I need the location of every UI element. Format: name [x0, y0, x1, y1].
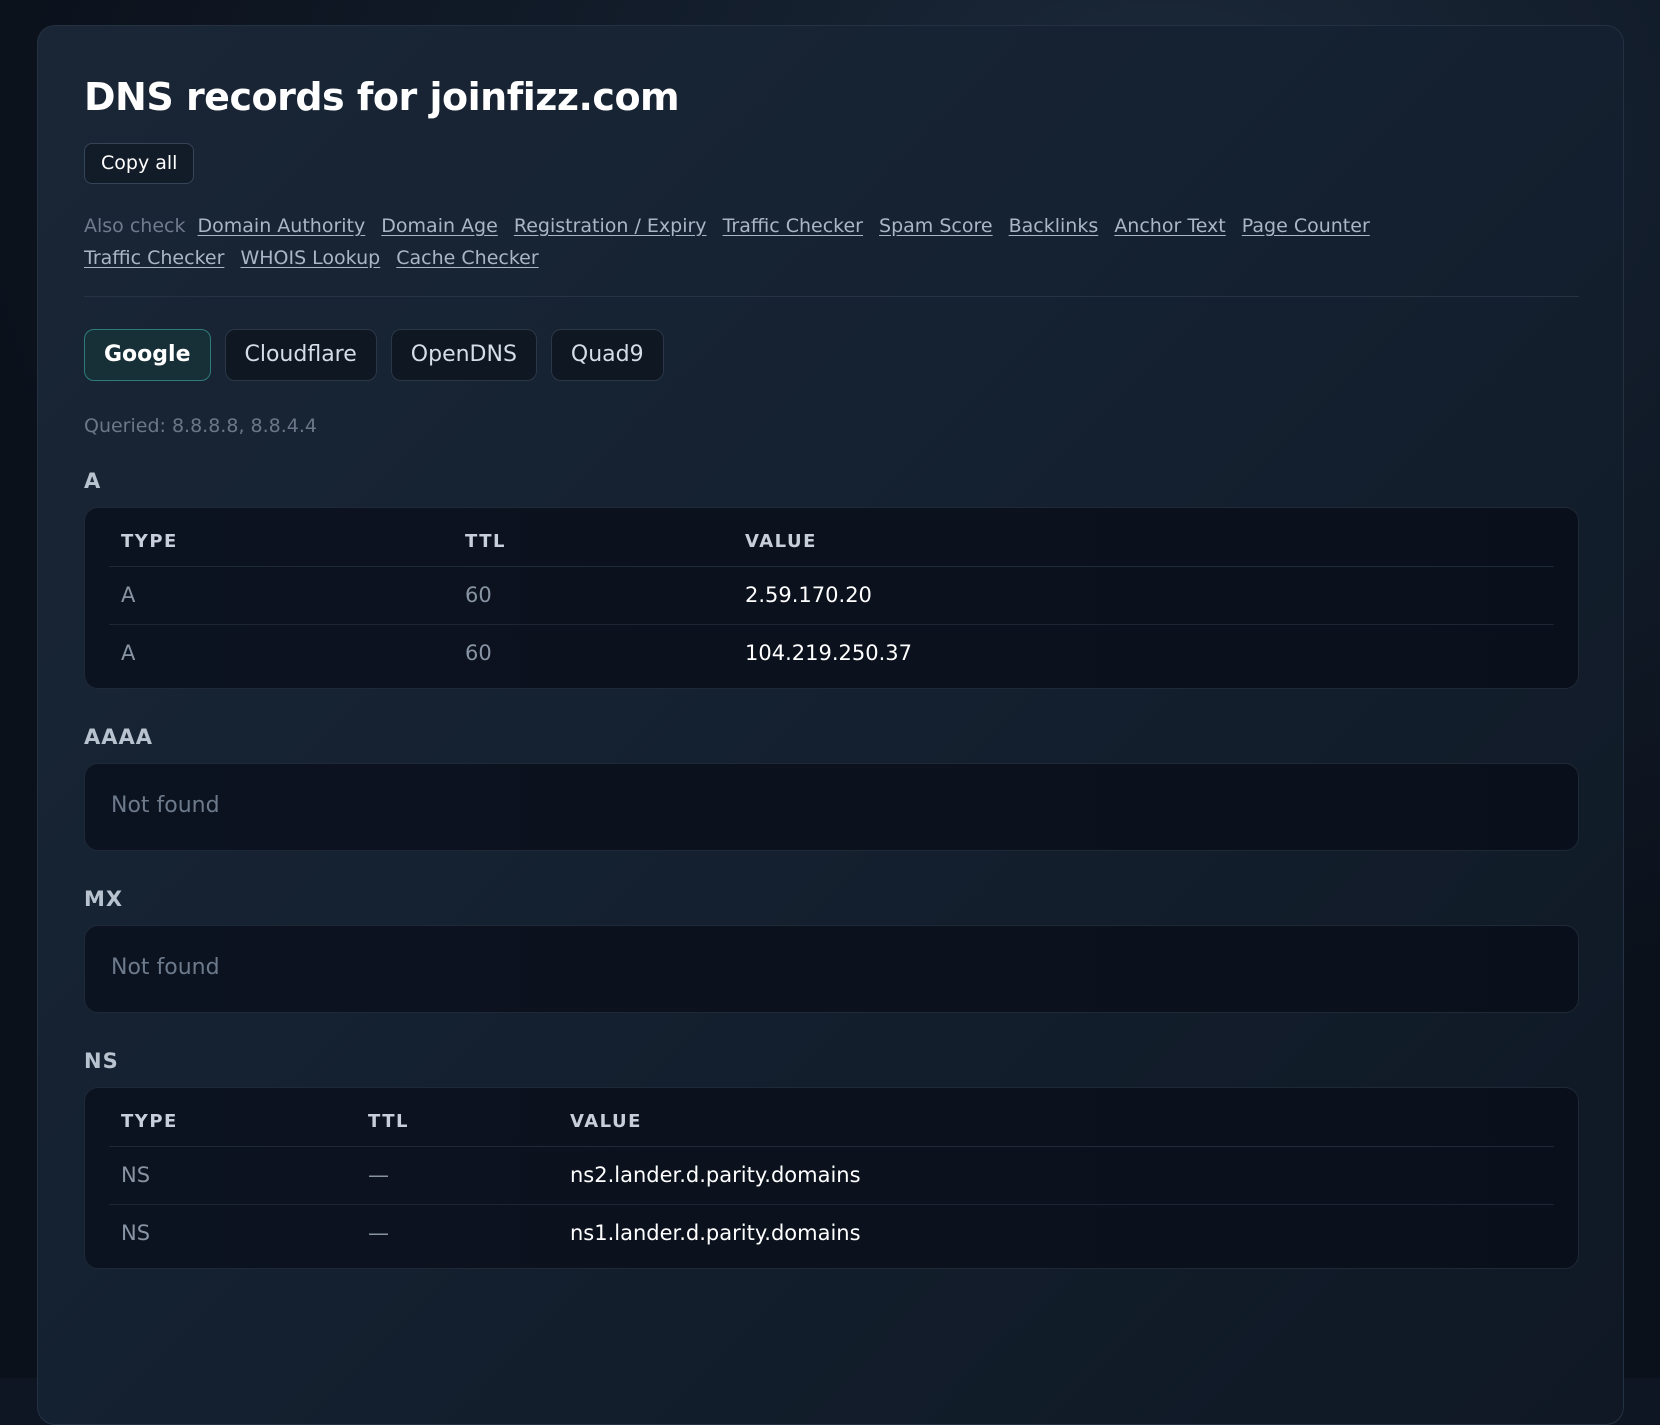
- column-header-ttl: TTL: [356, 1088, 558, 1146]
- link-spam-score[interactable]: Spam Score: [879, 215, 993, 237]
- record-ttl: —: [356, 1146, 558, 1204]
- record-type: A: [109, 566, 453, 624]
- record-value: ns2.lander.d.parity.domains: [558, 1146, 1554, 1204]
- link-backlinks[interactable]: Backlinks: [1009, 215, 1099, 237]
- column-header-value: VALUE: [733, 508, 1554, 566]
- tab-quad9[interactable]: Quad9: [551, 329, 664, 381]
- link-registration-expiry[interactable]: Registration / Expiry: [514, 215, 707, 237]
- table-row: A 60 2.59.170.20: [109, 566, 1554, 624]
- a-records-table: TYPE TTL VALUE A 60 2.59.170.20 A 60 104…: [109, 508, 1554, 682]
- link-anchor-text[interactable]: Anchor Text: [1114, 215, 1225, 237]
- aaaa-records-panel: Not found: [84, 763, 1579, 851]
- table-header-row: TYPE TTL VALUE: [109, 508, 1554, 566]
- mx-records-panel: Not found: [84, 925, 1579, 1013]
- tab-cloudflare[interactable]: Cloudflare: [225, 329, 377, 381]
- record-value: ns1.lander.d.parity.domains: [558, 1204, 1554, 1262]
- record-ttl: 60: [453, 566, 733, 624]
- record-type: NS: [109, 1146, 356, 1204]
- section-label-aaaa: AAAA: [84, 725, 1577, 749]
- record-type: NS: [109, 1204, 356, 1262]
- record-value: 2.59.170.20: [733, 566, 1554, 624]
- also-check-links: Also check Domain Authority Domain Age R…: [84, 210, 1524, 274]
- link-traffic-checker-2[interactable]: Traffic Checker: [84, 247, 224, 269]
- link-domain-authority[interactable]: Domain Authority: [198, 215, 366, 237]
- record-value: 104.219.250.37: [733, 624, 1554, 682]
- dns-results-card: DNS records for joinfizz.com Copy all Al…: [37, 25, 1624, 1425]
- divider: [84, 296, 1579, 297]
- link-whois-lookup[interactable]: WHOIS Lookup: [240, 247, 380, 269]
- column-header-type: TYPE: [109, 1088, 356, 1146]
- mx-not-found: Not found: [85, 926, 1578, 1012]
- section-label-mx: MX: [84, 887, 1577, 911]
- page-title: DNS records for joinfizz.com: [84, 72, 1577, 122]
- link-cache-checker[interactable]: Cache Checker: [396, 247, 538, 269]
- a-records-panel: TYPE TTL VALUE A 60 2.59.170.20 A 60 104…: [84, 507, 1579, 689]
- column-header-value: VALUE: [558, 1088, 1554, 1146]
- link-domain-age[interactable]: Domain Age: [381, 215, 498, 237]
- ns-records-table: TYPE TTL VALUE NS — ns2.lander.d.parity.…: [109, 1088, 1554, 1262]
- queried-servers: Queried: 8.8.8.8, 8.8.4.4: [84, 415, 1577, 441]
- section-label-ns: NS: [84, 1049, 1577, 1073]
- tab-opendns[interactable]: OpenDNS: [391, 329, 537, 381]
- ns-records-panel: TYPE TTL VALUE NS — ns2.lander.d.parity.…: [84, 1087, 1579, 1269]
- table-row: NS — ns2.lander.d.parity.domains: [109, 1146, 1554, 1204]
- copy-all-button[interactable]: Copy all: [84, 143, 194, 184]
- record-ttl: —: [356, 1204, 558, 1262]
- table-header-row: TYPE TTL VALUE: [109, 1088, 1554, 1146]
- record-ttl: 60: [453, 624, 733, 682]
- table-row: A 60 104.219.250.37: [109, 624, 1554, 682]
- column-header-ttl: TTL: [453, 508, 733, 566]
- also-check-label: Also check: [84, 215, 185, 237]
- section-label-a: A: [84, 469, 1577, 493]
- column-header-type: TYPE: [109, 508, 453, 566]
- aaaa-not-found: Not found: [85, 764, 1578, 850]
- resolver-tabs: Google Cloudflare OpenDNS Quad9: [84, 329, 1577, 381]
- table-row: NS — ns1.lander.d.parity.domains: [109, 1204, 1554, 1262]
- link-page-counter[interactable]: Page Counter: [1242, 215, 1370, 237]
- tab-google[interactable]: Google: [84, 329, 211, 381]
- link-traffic-checker[interactable]: Traffic Checker: [723, 215, 863, 237]
- record-type: A: [109, 624, 453, 682]
